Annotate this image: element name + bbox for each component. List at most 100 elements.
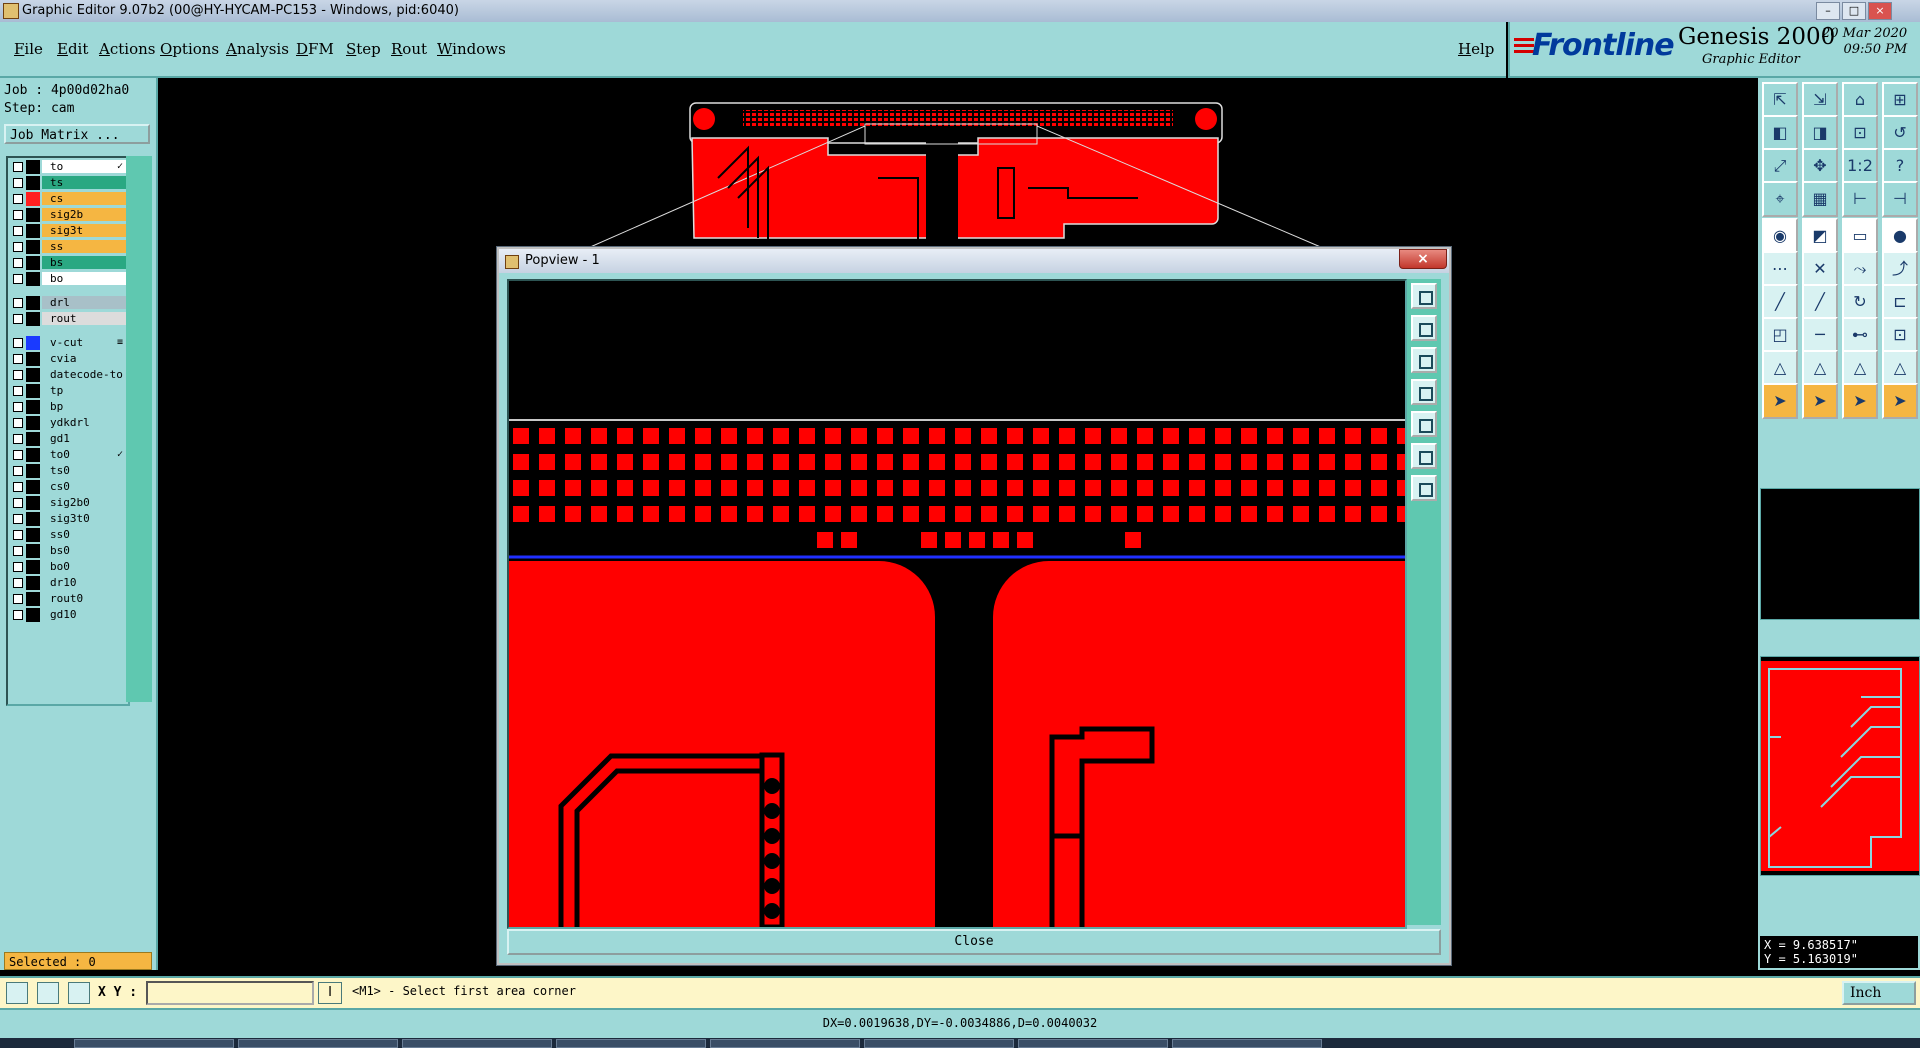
menu-dfm[interactable]: DFM — [296, 40, 334, 58]
layer-name[interactable]: ss0 — [42, 528, 126, 541]
layer-checkbox[interactable] — [13, 514, 23, 524]
layer-row-dr10[interactable]: dr10 — [10, 576, 126, 590]
layer-checkbox[interactable] — [13, 418, 23, 428]
zoom-ratio-button[interactable]: ⊡ — [1842, 115, 1878, 151]
layer-color-swatch[interactable] — [26, 496, 40, 510]
layer-row-ss0[interactable]: ss0 — [10, 528, 126, 542]
layer-row-tp[interactable]: tp — [10, 384, 126, 398]
layer-name[interactable]: sig3t0 — [42, 512, 126, 525]
layer-color-swatch[interactable] — [26, 592, 40, 606]
taskbar-item[interactable] — [556, 1039, 706, 1048]
line-red-button[interactable]: ╱ — [1762, 284, 1798, 320]
redraw-button[interactable]: ↺ — [1882, 115, 1918, 151]
menu-step[interactable]: Step — [346, 40, 381, 58]
select-button[interactable]: ◉ — [1762, 218, 1798, 254]
layer-checkbox[interactable] — [13, 226, 23, 236]
pointer-a-button[interactable]: ➤ — [1762, 383, 1798, 419]
layer-name[interactable]: bp — [42, 400, 126, 413]
horizontal-button[interactable]: ─ — [1802, 317, 1838, 353]
rotate-button[interactable]: ↻ — [1842, 284, 1878, 320]
maximize-button[interactable]: □ — [1842, 2, 1866, 20]
layer-color-swatch[interactable] — [26, 368, 40, 382]
popview-center-button[interactable] — [1411, 475, 1437, 501]
layer-color-swatch[interactable] — [26, 560, 40, 574]
layer-color-swatch[interactable] — [26, 352, 40, 366]
grid-mode-icon[interactable] — [68, 982, 90, 1004]
layer-checkbox[interactable] — [13, 578, 23, 588]
layer-color-swatch[interactable] — [26, 608, 40, 622]
layer-color-swatch[interactable] — [26, 448, 40, 462]
popview-close-button[interactable]: Close — [507, 929, 1441, 955]
menu-actions[interactable]: Actions — [99, 40, 155, 58]
layer-row-cvia[interactable]: cvia — [10, 352, 126, 366]
layer-checkbox[interactable] — [13, 298, 23, 308]
layer-color-swatch[interactable] — [26, 464, 40, 478]
layer-checkbox[interactable] — [13, 314, 23, 324]
pan-right-button[interactable]: ◨ — [1802, 115, 1838, 151]
layer-color-swatch[interactable] — [26, 176, 40, 190]
layer-checkbox[interactable] — [13, 274, 23, 284]
layer-checkbox[interactable] — [13, 610, 23, 620]
layer-color-swatch[interactable] — [26, 544, 40, 558]
layer-name[interactable]: bs — [42, 256, 126, 269]
layer-color-swatch[interactable] — [26, 512, 40, 526]
xy-input[interactable] — [146, 981, 314, 1005]
menu-analysis[interactable]: Analysis — [226, 40, 289, 58]
layer-color-swatch[interactable] — [26, 576, 40, 590]
layer-color-swatch[interactable] — [26, 416, 40, 430]
layer-row-gd10[interactable]: gd10 — [10, 608, 126, 622]
connect-button[interactable]: ⤳ — [1842, 251, 1878, 287]
popview-pan-right-button[interactable] — [1411, 411, 1437, 437]
popview-canvas[interactable] — [507, 279, 1407, 929]
taskbar-item[interactable] — [238, 1039, 398, 1048]
layer-row-bp[interactable]: bp — [10, 400, 126, 414]
layer-color-swatch[interactable] — [26, 528, 40, 542]
layer-name[interactable]: v-cut ≡ — [42, 336, 126, 349]
layer-name[interactable]: dr10 — [42, 576, 126, 589]
layer-color-swatch[interactable] — [26, 256, 40, 270]
layer-row-ss[interactable]: ss — [10, 240, 126, 254]
layer-checkbox[interactable] — [13, 530, 23, 540]
layer-row-cs[interactable]: cs — [10, 192, 126, 206]
minimap[interactable] — [1760, 656, 1920, 876]
help-button[interactable]: ? — [1882, 148, 1918, 184]
taskbar-item[interactable] — [1018, 1039, 1168, 1048]
taskbar-item[interactable] — [402, 1039, 552, 1048]
layer-name[interactable]: sig3t — [42, 224, 126, 237]
ruler-button[interactable]: ▭ — [1842, 218, 1878, 254]
draw-line-button[interactable]: ◩ — [1802, 218, 1838, 254]
layer-color-swatch[interactable] — [26, 384, 40, 398]
measure-a-button[interactable]: ⊢ — [1842, 181, 1878, 217]
job-matrix-button[interactable]: Job Matrix ... — [4, 124, 150, 144]
layer-checkbox[interactable] — [13, 258, 23, 268]
layer-name[interactable]: datecode-to — [42, 368, 126, 381]
layer-checkbox[interactable] — [13, 178, 23, 188]
info-icon[interactable]: I — [318, 982, 342, 1004]
taskbar-item[interactable] — [710, 1039, 860, 1048]
layer-checkbox[interactable] — [13, 594, 23, 604]
pan-left-button[interactable]: ◧ — [1762, 115, 1798, 151]
measure-b-button[interactable]: ⊣ — [1882, 181, 1918, 217]
pointer-d-button[interactable]: ➤ — [1882, 383, 1918, 419]
zoom-out-button[interactable]: ⇲ — [1802, 82, 1838, 118]
taskbar-item[interactable] — [864, 1039, 1014, 1048]
layer-color-swatch[interactable] — [26, 400, 40, 414]
layer-name[interactable]: gd10 — [42, 608, 126, 621]
layer-row-to0[interactable]: to0 ✓ — [10, 448, 126, 462]
layer-checkbox[interactable] — [13, 242, 23, 252]
layer-row-drl[interactable]: drl — [10, 296, 126, 310]
center-button[interactable]: ✥ — [1802, 148, 1838, 184]
layer-checkbox[interactable] — [13, 482, 23, 492]
popview-expand-button[interactable] — [1411, 443, 1437, 469]
layer-checkbox[interactable] — [13, 562, 23, 572]
dim-button[interactable]: ⊷ — [1842, 317, 1878, 353]
layer-row-v-cut[interactable]: v-cut ≡ — [10, 336, 126, 350]
arc-a-button[interactable]: △ — [1762, 350, 1798, 386]
layer-name[interactable]: rout0 — [42, 592, 126, 605]
taskbar-item[interactable] — [1172, 1039, 1322, 1048]
layer-color-swatch[interactable] — [26, 208, 40, 222]
layer-row-sig2b0[interactable]: sig2b0 — [10, 496, 126, 510]
layer-color-swatch[interactable] — [26, 312, 40, 326]
layer-name[interactable]: to0 ✓ — [42, 448, 126, 461]
menu-options[interactable]: Options — [160, 40, 219, 58]
